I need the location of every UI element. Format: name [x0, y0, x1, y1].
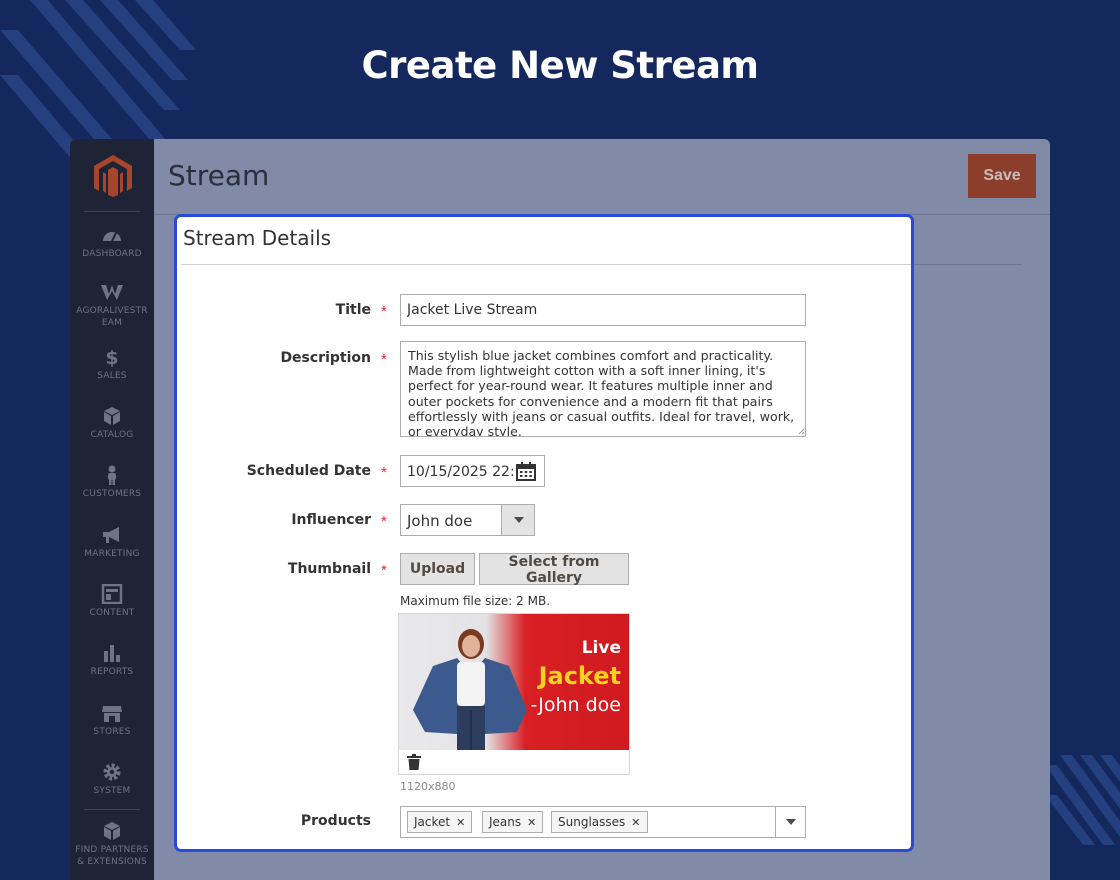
sidebar-item-label: CUSTOMERS: [82, 489, 142, 499]
image-dimensions: 1120x880: [400, 780, 456, 793]
required-star: *: [381, 351, 387, 368]
thumbnail-image[interactable]: Live Jacket -John doe: [399, 614, 629, 750]
products-multiselect[interactable]: Jacket ✕ Jeans ✕ Sunglasses ✕: [400, 806, 806, 838]
stream-details-card: Stream Details Title * Description * Thi…: [174, 214, 914, 852]
sidebar-item-system[interactable]: SYSTEM: [70, 762, 154, 797]
sidebar-item-label: CONTENT: [89, 608, 135, 618]
megaphone-icon: [103, 527, 119, 543]
sidebar-item-dashboard[interactable]: DASHBOARD: [70, 225, 154, 260]
sidebar-item-label: AGORALIVESTR EAM: [76, 306, 148, 328]
max-file-size-note: Maximum file size: 2 MB.: [400, 594, 551, 608]
remove-tag-icon[interactable]: ✕: [631, 816, 640, 829]
scheduled-date-input[interactable]: 10/15/2025 22:: [400, 455, 545, 487]
divider: [84, 211, 140, 212]
divider: [84, 809, 140, 810]
product-tag: Jacket ✕: [407, 811, 473, 833]
sidebar-item-stores[interactable]: STORES: [70, 703, 154, 738]
thumbnail-label: Thumbnail: [287, 561, 371, 577]
page-title: Stream: [168, 159, 270, 192]
thumbnail-preview: Live Jacket -John doe: [398, 613, 630, 775]
sidebar-item-label: FIND PARTNERS & EXTENSIONS: [75, 845, 149, 867]
chevron-down-icon: [514, 517, 524, 523]
date-value: 10/15/2025 22:: [407, 464, 515, 480]
sidebar-item-sales[interactable]: $ SALES: [70, 347, 154, 382]
sidebar-item-label: MARKETING: [84, 549, 140, 559]
thumbnail-live-text: Live: [581, 638, 621, 658]
layout-icon: [101, 584, 123, 604]
agora-icon: [101, 285, 123, 300]
dropdown-toggle[interactable]: [501, 505, 534, 535]
stripe-decoration: [1045, 755, 1120, 845]
product-tag: Jeans ✕: [482, 811, 544, 833]
calendar-icon[interactable]: [516, 462, 536, 481]
required-star: *: [381, 513, 387, 530]
person-icon: [108, 465, 116, 485]
select-from-gallery-button[interactable]: Select from Gallery: [479, 553, 629, 586]
thumbnail-name-text: -John doe: [530, 694, 621, 716]
dashboard-icon: [103, 232, 121, 242]
dropdown-toggle[interactable]: [775, 807, 805, 837]
sidebar-item-label: SYSTEM: [93, 786, 131, 796]
required-star: *: [381, 562, 387, 579]
remove-tag-icon[interactable]: ✕: [527, 816, 536, 829]
title-input[interactable]: [400, 294, 806, 326]
sidebar-item-label: REPORTS: [90, 667, 134, 677]
sidebar-item-customers[interactable]: CUSTOMERS: [70, 465, 154, 500]
sidebar-item-label: SALES: [97, 371, 127, 381]
product-tag: Sunglasses ✕: [551, 811, 648, 833]
banner-title: Create New Stream: [361, 44, 759, 87]
product-tag-label: Jeans: [489, 815, 522, 829]
product-tag-label: Jacket: [414, 815, 451, 829]
cubes-icon: [104, 822, 120, 840]
gear-icon: [103, 763, 121, 781]
dollar-icon: $: [105, 347, 118, 367]
sidebar-item-content[interactable]: CONTENT: [70, 584, 154, 619]
upload-button[interactable]: Upload: [400, 553, 475, 585]
description-textarea[interactable]: This stylish blue jacket combines comfor…: [400, 341, 806, 437]
sidebar-item-marketing[interactable]: MARKETING: [70, 525, 154, 560]
influencer-label: Influencer: [291, 512, 371, 528]
bar-chart-icon: [104, 645, 120, 662]
svg-text:$: $: [105, 347, 118, 367]
trash-icon[interactable]: [407, 754, 421, 770]
required-star: *: [381, 464, 387, 481]
magento-logo-icon[interactable]: [94, 155, 132, 197]
sidebar-item-find-partners[interactable]: FIND PARTNERS & EXTENSIONS: [70, 821, 154, 868]
sidebar-item-label: CATALOG: [90, 430, 134, 440]
product-tag-label: Sunglasses: [558, 815, 626, 829]
chevron-down-icon: [786, 819, 796, 825]
description-label: Description: [280, 350, 371, 366]
sidebar-item-agoralivestream[interactable]: AGORALIVESTR EAM: [70, 282, 154, 329]
section-title: Stream Details: [183, 226, 332, 250]
sidebar-item-catalog[interactable]: CATALOG: [70, 406, 154, 441]
scheduled-date-label: Scheduled Date: [246, 463, 371, 479]
sidebar-item-label: DASHBOARD: [82, 249, 142, 259]
title-label: Title: [335, 302, 371, 318]
sidebar-item-label: STORES: [93, 727, 131, 737]
remove-tag-icon[interactable]: ✕: [456, 816, 465, 829]
influencer-select[interactable]: John doe: [400, 504, 535, 536]
box-icon: [104, 407, 120, 425]
required-star: *: [381, 303, 387, 320]
divider: [181, 264, 911, 265]
save-button[interactable]: Save: [968, 154, 1036, 198]
admin-sidebar: DASHBOARD AGORALIVESTR EAM $ SALES CATAL…: [70, 139, 154, 880]
resize-grip-icon[interactable]: [798, 428, 804, 434]
products-label: Products: [300, 813, 371, 829]
influencer-value: John doe: [407, 512, 473, 530]
thumbnail-product-text: Jacket: [538, 662, 621, 690]
sidebar-item-reports[interactable]: REPORTS: [70, 643, 154, 678]
storefront-icon: [102, 706, 122, 722]
